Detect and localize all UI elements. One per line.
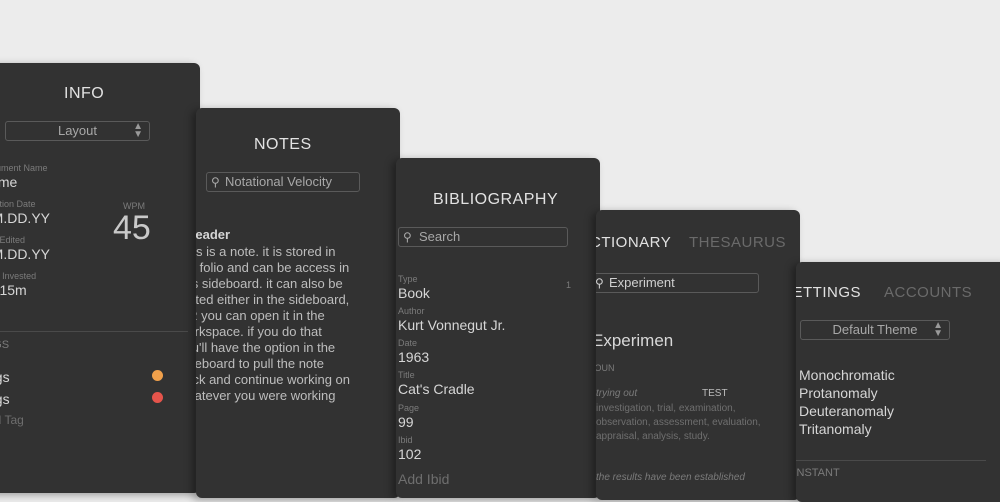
mode-monochromatic[interactable]: Monochromatic	[799, 366, 895, 384]
part-of-speech: NOUN	[596, 363, 615, 373]
page-value[interactable]: 99	[398, 414, 414, 430]
mode-protanomaly[interactable]: Protanomaly	[799, 384, 895, 402]
last-edited-value: MM.DD.YY	[0, 246, 50, 262]
bibliography-search-input[interactable]: ⚲ Search	[398, 227, 568, 247]
type-label: Type	[398, 274, 418, 284]
tag-item-2[interactable]: Tags	[0, 391, 10, 407]
tags-header: TAGS	[0, 339, 10, 351]
notes-panel: NOTES ⚲ Notational Velocity Header This …	[196, 108, 400, 498]
title-value[interactable]: Cat's Cradle	[398, 381, 475, 397]
date-label: Date	[398, 338, 418, 348]
ibid-value[interactable]: 102	[398, 446, 421, 462]
ibid-label: Ibid	[398, 435, 413, 445]
search-icon: ⚲	[596, 276, 604, 290]
note-header[interactable]: Header	[196, 227, 230, 242]
tag-color-dot-orange[interactable]	[152, 370, 163, 381]
mode-deuteranomaly[interactable]: Deuteranomaly	[799, 402, 895, 420]
notes-search-input[interactable]: ⚲ Notational Velocity	[206, 172, 360, 192]
doc-name-label: Document Name	[0, 163, 48, 173]
theme-select[interactable]: Default Theme ▲ ▼	[800, 320, 950, 340]
notes-title: NOTES	[254, 136, 312, 153]
author-value[interactable]: Kurt Vonnegut Jr.	[398, 317, 505, 333]
test-label: TEST	[702, 388, 728, 399]
tab-dictionary[interactable]: DICTIONARY	[596, 234, 671, 251]
definition-label: trying out	[596, 388, 638, 399]
add-tag-button[interactable]: Add Tag	[0, 413, 24, 427]
synonyms-list: investigation, trial, examination, obser…	[596, 403, 761, 442]
info-title: INFO	[64, 85, 105, 102]
tab-settings[interactable]: SETTINGS	[796, 284, 861, 301]
bibliography-panel: BIBLIOGRAPHY ⚲ Search 1 Type Book Author…	[396, 158, 600, 498]
time-invested-value: 4h 15m	[0, 282, 27, 298]
color-mode-list: Monochromatic Protanomaly Deuteranomaly …	[799, 366, 895, 438]
note-body[interactable]: This is a note. it is stored in the foli…	[196, 244, 354, 420]
dictionary-search-value: Experiment	[609, 275, 675, 290]
bibliography-title: BIBLIOGRAPHY	[433, 191, 559, 208]
date-value[interactable]: 1963	[398, 349, 429, 365]
tab-thesaurus[interactable]: THESAURUS	[689, 234, 786, 251]
entry-count: 1	[566, 280, 572, 290]
add-ibid-button[interactable]: Add Ibid	[398, 471, 449, 487]
creation-date-label: Creation Date	[0, 199, 36, 209]
bibliography-search-placeholder: Search	[419, 229, 461, 244]
mode-tritanomaly[interactable]: Tritanomaly	[799, 420, 895, 438]
dictionary-panel: DICTIONARY THESAURUS ⚲ Experiment Experi…	[596, 210, 800, 500]
last-edited-label: Last Edited	[0, 235, 26, 245]
section-label: CONSTANT	[796, 467, 840, 479]
search-icon: ⚲	[403, 230, 412, 244]
divider	[796, 460, 986, 461]
tag-item-1[interactable]: Tags	[0, 369, 10, 385]
dictionary-word: Experimen	[596, 331, 674, 350]
layout-select[interactable]: Layout ▲ ▼	[5, 121, 150, 141]
doc-name-value[interactable]: Name	[0, 174, 17, 190]
time-invested-label: Time Invested	[0, 271, 37, 281]
notes-search-placeholder: Notational Velocity	[225, 174, 332, 189]
info-panel: INFO Layout ▲▼ Document Name Name Creati…	[0, 63, 200, 493]
layout-select-label: Layout	[57, 123, 98, 138]
author-label: Author	[398, 306, 425, 316]
settings-panel: SETTINGS ACCOUNTS Default Theme ▲▼ Monoc…	[796, 262, 1000, 502]
divider	[0, 331, 188, 332]
page-label: Page	[398, 403, 420, 413]
wpm-value: 45	[113, 209, 151, 247]
tab-accounts[interactable]: ACCOUNTS	[884, 284, 972, 301]
theme-select-label: Default Theme	[832, 322, 918, 337]
example-sentence: the results have been established	[596, 472, 745, 483]
search-icon: ⚲	[211, 175, 220, 189]
select-arrows-icon: ▲ ▼	[933, 320, 943, 339]
dictionary-search-input[interactable]: ⚲ Experiment	[596, 273, 759, 293]
title-label: Title	[398, 370, 415, 380]
select-arrows-icon: ▲ ▼	[133, 121, 143, 140]
type-value[interactable]: Book	[398, 285, 430, 301]
creation-date-value: MM.DD.YY	[0, 210, 50, 226]
tag-color-dot-red[interactable]	[152, 392, 163, 403]
